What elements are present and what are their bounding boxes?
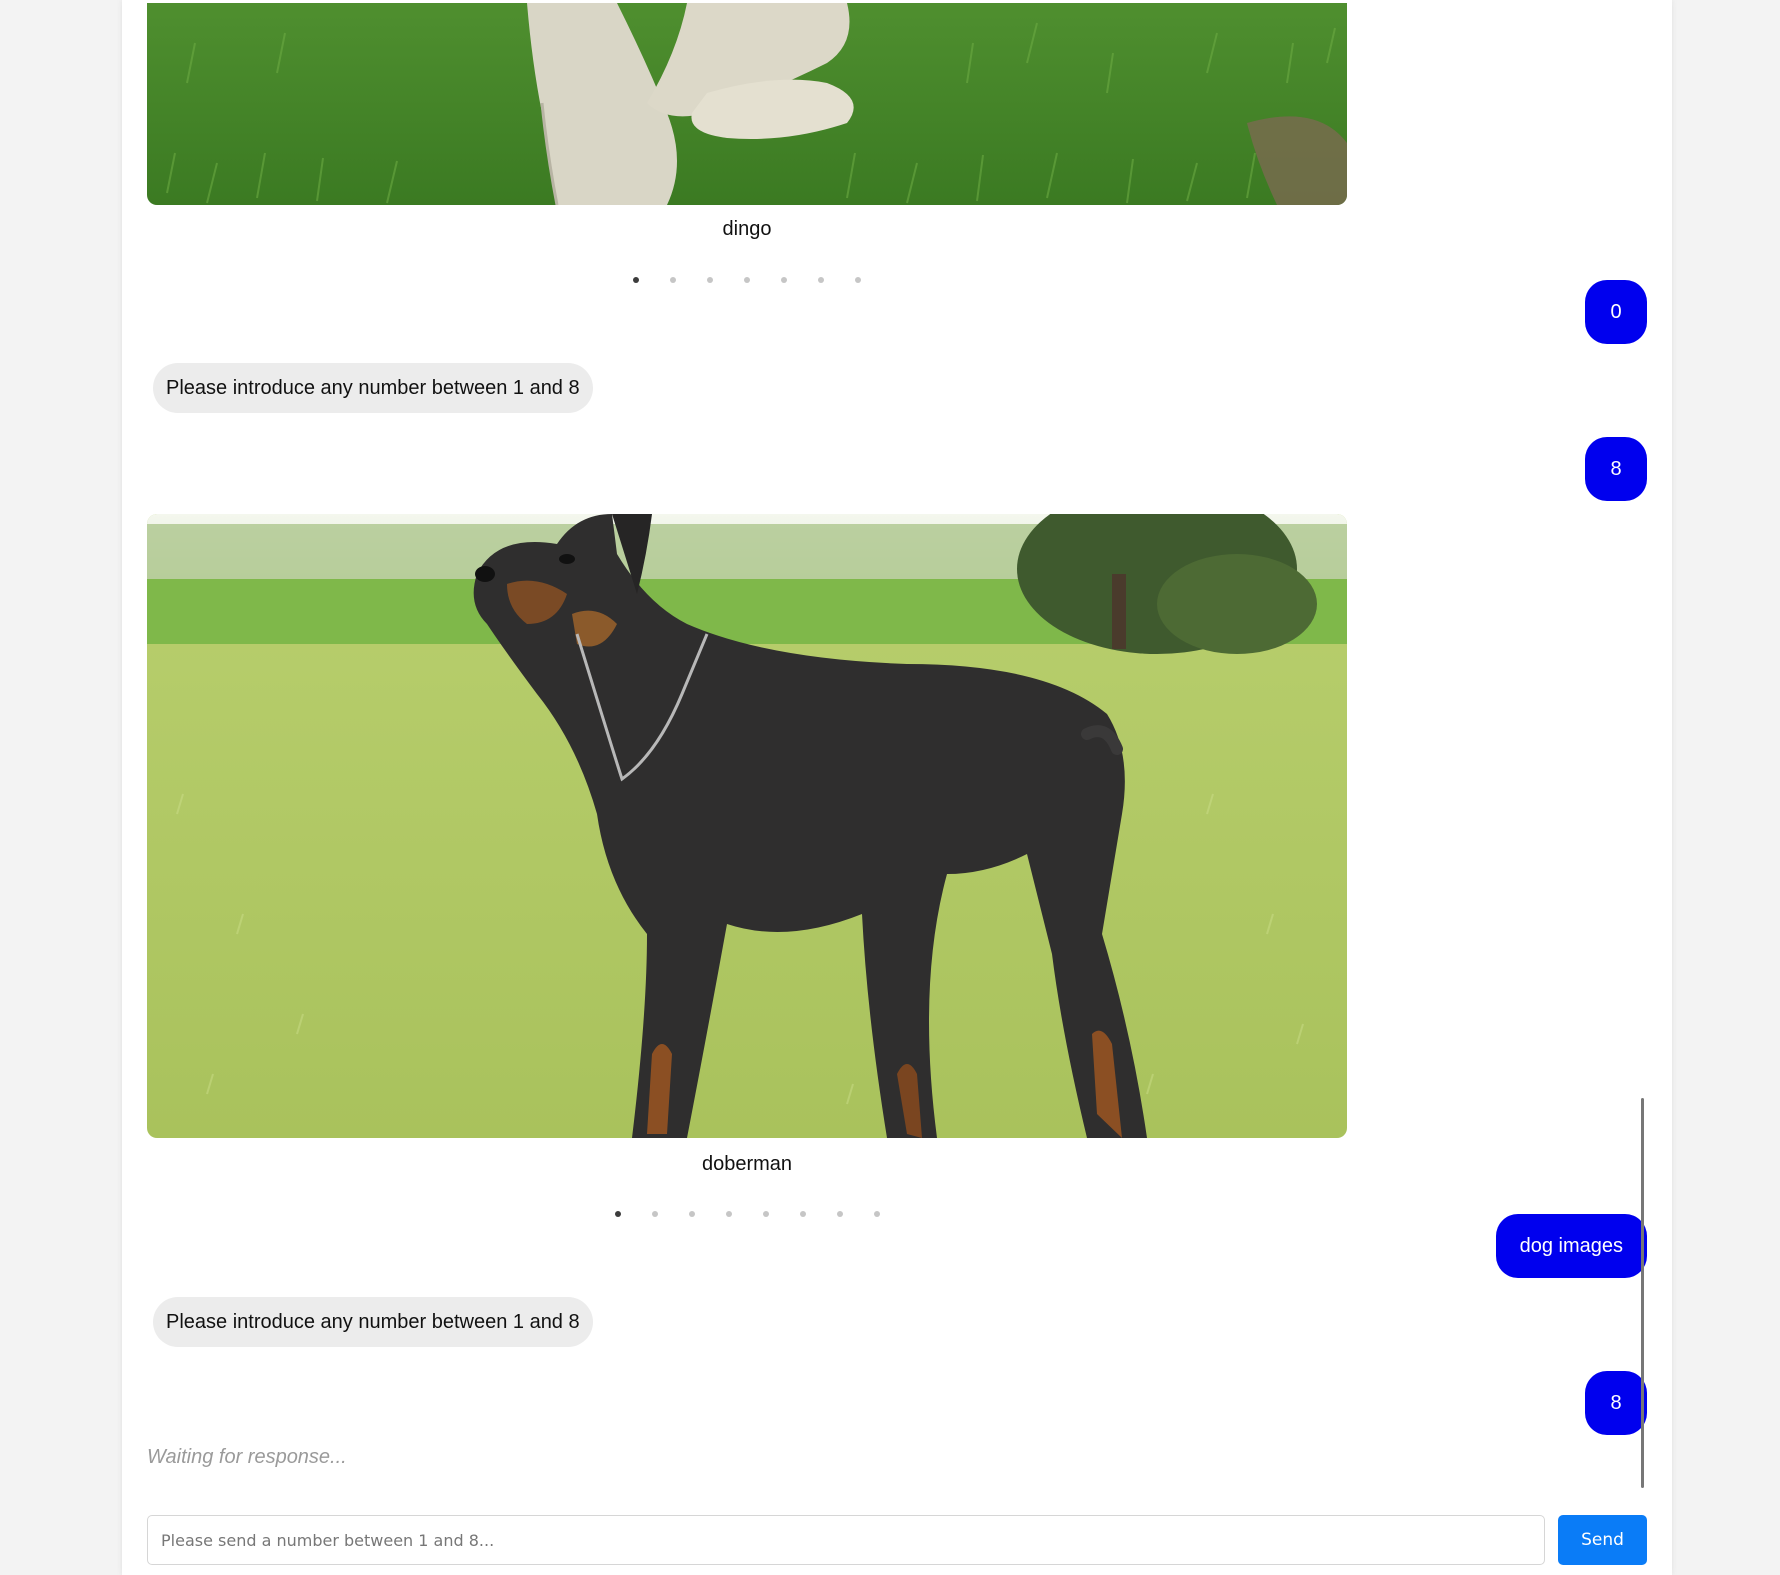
bot-message: Please introduce any number between 1 an… xyxy=(153,1297,593,1347)
image-caption: dingo xyxy=(722,218,772,240)
carousel-dot[interactable] xyxy=(670,277,676,283)
carousel-dots xyxy=(147,1211,1347,1217)
image-caption: doberman xyxy=(701,1153,793,1175)
carousel-dot[interactable] xyxy=(633,277,639,283)
user-message: dog images xyxy=(1495,1214,1647,1278)
waiting-status: Waiting for response... xyxy=(147,1446,347,1468)
chat-app: dingo 0 Please introduce any number betw… xyxy=(122,0,1672,1575)
carousel-dot[interactable] xyxy=(762,1211,769,1217)
carousel-dots xyxy=(147,277,1347,283)
carousel-dot[interactable] xyxy=(818,277,824,283)
message-list[interactable]: dingo 0 Please introduce any number betw… xyxy=(122,0,1672,1500)
send-button[interactable]: Send xyxy=(1558,1515,1647,1565)
dog-image-doberman xyxy=(147,514,1347,1138)
carousel-dot[interactable] xyxy=(707,277,713,283)
carousel-dot[interactable] xyxy=(688,1211,695,1217)
carousel-dot[interactable] xyxy=(651,1211,658,1217)
dog-image-dingo xyxy=(147,3,1347,205)
user-message: 8 xyxy=(1585,437,1647,501)
carousel-dot[interactable] xyxy=(744,277,750,283)
message-composer: Send xyxy=(147,1515,1647,1565)
carousel-dot[interactable] xyxy=(873,1211,880,1217)
carousel-dot[interactable] xyxy=(781,277,787,283)
user-message: 0 xyxy=(1585,280,1647,344)
message-input[interactable] xyxy=(147,1515,1545,1565)
carousel-dot[interactable] xyxy=(799,1211,806,1217)
bot-message: Please introduce any number between 1 an… xyxy=(153,363,593,413)
carousel-dot[interactable] xyxy=(836,1211,843,1217)
user-message: 8 xyxy=(1585,1371,1647,1435)
carousel-dot[interactable] xyxy=(725,1211,732,1217)
carousel-dot[interactable] xyxy=(614,1211,621,1217)
scrollbar-thumb[interactable] xyxy=(1641,1098,1644,1488)
carousel-dot[interactable] xyxy=(855,277,861,283)
